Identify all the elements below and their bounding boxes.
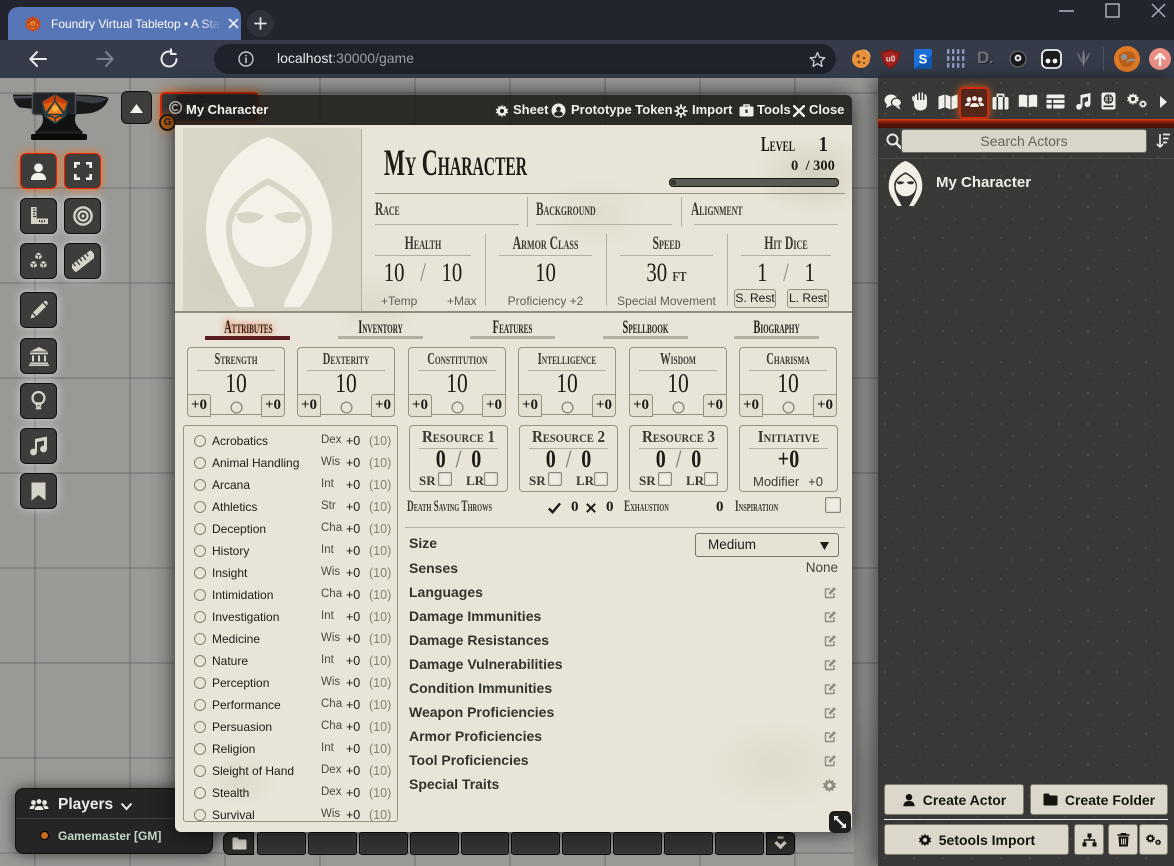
svg-text:S: S xyxy=(919,52,928,67)
svg-text:u0: u0 xyxy=(886,55,896,64)
